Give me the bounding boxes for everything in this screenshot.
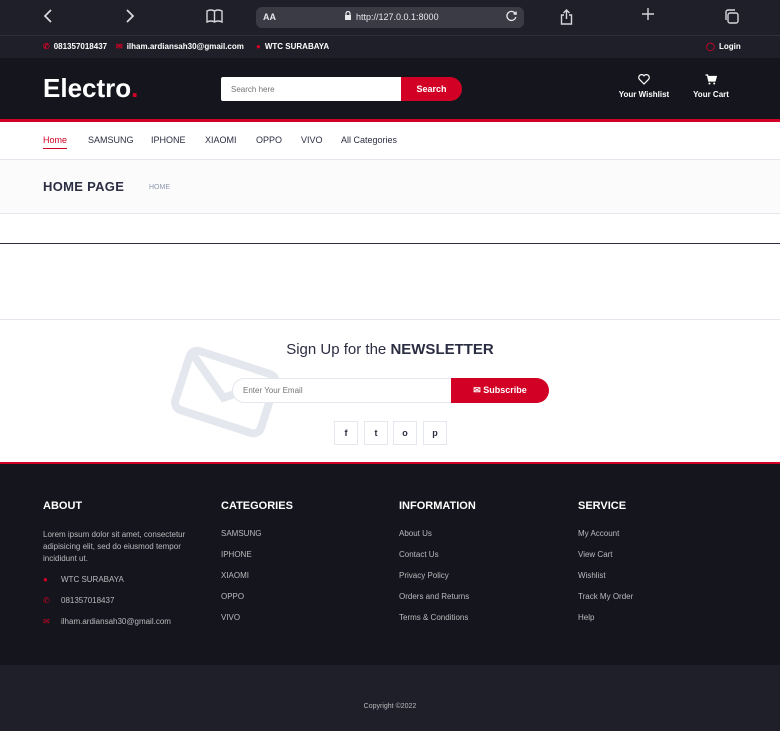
footer-info-link[interactable]: Orders and Returns [399,592,476,613]
main-navigation: Home SAMSUNG IPHONE XIAOMI OPPO VIVO All… [0,119,780,160]
copyright-text: Copyright ©2022 [363,703,417,710]
lock-icon [344,10,352,23]
footer-service-link[interactable]: Help [578,613,633,634]
header-phone-link[interactable]: ✆ 081357018437 [43,42,107,51]
footer-about-text: Lorem ipsum dolor sit amet, consectetur … [43,530,186,563]
footer-category-link[interactable]: VIVO [221,613,293,634]
footer-category-link[interactable]: XIAOMI [221,571,293,592]
footer-service-link[interactable]: View Cart [578,550,633,571]
site-logo[interactable]: Electro. [43,73,138,104]
header-email: ilham.ardiansah30@gmail.com [126,42,244,51]
reload-icon[interactable] [505,9,518,25]
login-link[interactable]: ◯ Login [706,42,741,51]
search-input[interactable] [221,77,401,101]
envelope-icon: ✉ [43,617,50,626]
bottom-footer: Copyright ©2022 [0,665,780,731]
logo-text: Electro [43,73,132,103]
newsletter-title-prefix: Sign Up for the [286,341,391,358]
footer: ABOUT Lorem ipsum dolor sit amet, consec… [0,464,780,665]
nav-item-home[interactable]: Home [43,135,68,149]
nav-item-oppo[interactable]: OPPO [256,135,282,145]
breadcrumb: HOME PAGE HOME [0,160,780,214]
wishlist-label: Your Wishlist [618,90,670,99]
address-bar[interactable]: AA http://127.0.0.1:8000 [256,7,524,28]
header-phone: 081357018437 [53,42,108,51]
footer-info-link[interactable]: Contact Us [399,550,476,571]
instagram-icon[interactable]: o [393,421,417,445]
footer-information: INFORMATION About Us Contact Us Privacy … [399,500,476,634]
newsletter-title-bold: NEWSLETTER [390,341,494,358]
footer-location-text: WTC SURABAYA [61,575,124,584]
search-button[interactable]: Search [401,77,462,101]
nav-item-iphone[interactable]: IPHONE [151,135,186,145]
footer-information-heading: INFORMATION [399,500,476,512]
phone-icon: ✆ [43,42,50,51]
chevron-left-icon[interactable] [43,9,53,27]
tabs-icon[interactable] [724,9,739,28]
footer-about-heading: ABOUT [43,500,83,512]
header-email-link[interactable]: ✉ ilham.ardiansah30@gmail.com [116,42,244,51]
chevron-right-icon[interactable] [125,9,135,27]
newsletter-title: Sign Up for the NEWSLETTER [0,341,780,358]
footer-category-link[interactable]: SAMSUNG [221,529,293,550]
twitter-icon[interactable]: t [364,421,388,445]
envelope-icon: ✉ [116,42,123,51]
share-icon[interactable] [560,9,573,29]
footer-service-link[interactable]: Track My Order [578,592,633,613]
footer-about: ABOUT Lorem ipsum dolor sit amet, consec… [43,500,208,638]
url-text: http://127.0.0.1:8000 [356,12,439,22]
breadcrumb-home-link[interactable]: HOME [149,184,170,191]
subscribe-label: Subscribe [483,385,527,395]
footer-service: SERVICE My Account View Cart Wishlist Tr… [578,500,633,634]
footer-info-link[interactable]: About Us [399,529,476,550]
pinterest-icon[interactable]: p [423,421,447,445]
cart-label: Your Cart [693,90,729,99]
top-info-bar: ✆ 081357018437 ✉ ilham.ardiansah30@gmail.c… [0,35,780,58]
footer-service-link[interactable]: My Account [578,529,633,550]
footer-info-link[interactable]: Terms & Conditions [399,613,476,634]
book-icon[interactable] [206,9,223,27]
footer-email-text: ilham.ardiansah30@gmail.com [61,617,171,626]
cart-link[interactable]: Your Cart [690,74,732,99]
footer-info-link[interactable]: Privacy Policy [399,571,476,592]
page-title: HOME PAGE [43,179,125,194]
header-location: WTC SURABAYA [264,42,330,51]
footer-phone-text: 081357018437 [61,596,115,605]
footer-service-heading: SERVICE [578,500,627,512]
footer-categories-heading: CATEGORIES [221,500,293,512]
logo-dot: . [131,73,139,103]
shopping-cart-icon [690,74,732,88]
nav-item-vivo[interactable]: VIVO [301,135,323,145]
envelope-icon: ✉ [473,385,481,395]
header-location-link[interactable]: ● WTC SURABAYA [256,42,329,51]
map-marker-icon: ● [256,42,261,51]
nav-item-xiaomi[interactable]: XIAOMI [205,135,237,145]
login-label: Login [718,42,741,51]
text-size-button[interactable]: AA [263,12,276,22]
wishlist-link[interactable]: Your Wishlist [617,74,671,99]
footer-email[interactable]: ✉ ilham.ardiansah30@gmail.com [43,617,208,638]
footer-categories: CATEGORIES SAMSUNG IPHONE XIAOMI OPPO VI… [221,500,293,634]
footer-category-link[interactable]: OPPO [221,592,293,613]
map-marker-icon: ● [43,575,48,584]
plus-icon[interactable] [641,7,655,23]
footer-service-link[interactable]: Wishlist [578,571,633,592]
footer-location[interactable]: ● WTC SURABAYA [43,575,208,596]
newsletter-section: Sign Up for the NEWSLETTER ✉ Subscribe f… [0,319,780,464]
phone-icon: ✆ [43,596,50,605]
heart-icon [617,74,671,88]
footer-phone[interactable]: ✆ 081357018437 [43,596,208,617]
user-icon: ◯ [706,42,715,51]
nav-item-samsung[interactable]: SAMSUNG [88,135,134,145]
content-divider [0,243,780,244]
facebook-icon[interactable]: f [334,421,358,445]
browser-toolbar: AA http://127.0.0.1:8000 [0,0,780,35]
nav-item-all-categories[interactable]: All Categories [341,135,397,145]
footer-category-link[interactable]: IPHONE [221,550,293,571]
newsletter-email-input[interactable] [232,378,452,403]
subscribe-button[interactable]: ✉ Subscribe [451,378,549,403]
main-header: Electro. Search Your Wishlist Your Cart [0,58,780,119]
